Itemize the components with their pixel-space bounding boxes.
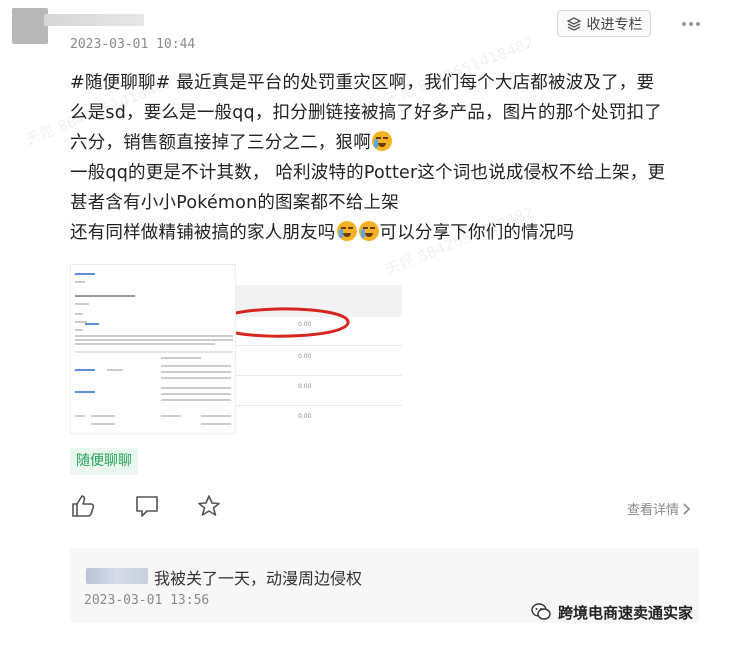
crying-emoji-icon	[358, 221, 379, 241]
attached-image-score-table[interactable]: 0.00 0.00 0.00 0.00	[236, 285, 402, 433]
table-cell-value: 0.00	[298, 321, 312, 328]
attached-image-penalty-notice[interactable]	[70, 264, 236, 434]
crying-emoji-icon	[371, 131, 392, 151]
commenter-name[interactable]	[86, 568, 148, 584]
post-line: 甚者含有小小Pokémon的图案都不给上架	[70, 193, 399, 213]
author-name[interactable]	[44, 14, 144, 26]
thumbs-up-icon[interactable]	[70, 493, 96, 519]
red-circle-annotation	[236, 307, 350, 338]
post-line: 么是sd，要么是一般qq，扣分删链接被搞了好多产品，图片的那个处罚扣了	[70, 103, 662, 123]
post-line: #随便聊聊# 最近真是平台的处罚重灾区啊，我们每个大店都被波及了，要	[70, 73, 655, 93]
post-timestamp: 2023-03-01 10:44	[70, 37, 196, 52]
star-icon[interactable]	[196, 493, 222, 519]
layers-icon	[566, 16, 581, 31]
wechat-icon	[531, 603, 551, 620]
add-to-column-button[interactable]: 收进专栏	[557, 10, 651, 37]
post-text: 六分，销售额直接掉了三分之二，狠啊	[70, 133, 371, 153]
comment-text: 我被关了一天，动漫周边侵权	[154, 569, 363, 588]
comment-timestamp: 2023-03-01 13:56	[84, 593, 210, 608]
add-to-column-label: 收进专栏	[586, 16, 643, 33]
account-watermark: 跨境电商速卖通实家	[530, 601, 693, 623]
post-text: 还有同样做精铺被搞的家人朋友吗	[70, 223, 336, 243]
author-avatar[interactable]	[12, 8, 48, 44]
post-line: 一般qq的更是不计其数， 哈利波特的Potter这个词也说成侵权不给上架，更	[70, 163, 666, 183]
post-line: 还有同样做精铺被搞的家人朋友吗 可以分享下你们的情况吗	[70, 218, 710, 248]
topic-tag[interactable]: 随便聊聊	[70, 448, 138, 475]
table-cell-value: 0.00	[298, 353, 312, 360]
table-cell-value: 0.00	[298, 413, 312, 420]
comment-icon[interactable]	[134, 493, 160, 519]
post-line: 六分，销售额直接掉了三分之二，狠啊	[70, 128, 710, 158]
post-text: 可以分享下你们的情况吗	[379, 223, 575, 243]
watermark-text: 跨境电商速卖通实家	[558, 603, 694, 622]
view-details-label: 查看详情	[627, 503, 680, 518]
chevron-right-icon	[683, 502, 691, 515]
table-cell-value: 0.00	[298, 383, 312, 390]
crying-emoji-icon	[336, 221, 357, 241]
post-body: #随便聊聊# 最近真是平台的处罚重灾区啊，我们每个大店都被波及了，要 么是sd，…	[70, 68, 710, 248]
view-details-link[interactable]: 查看详情	[627, 499, 691, 518]
more-options-icon[interactable]	[680, 16, 702, 32]
